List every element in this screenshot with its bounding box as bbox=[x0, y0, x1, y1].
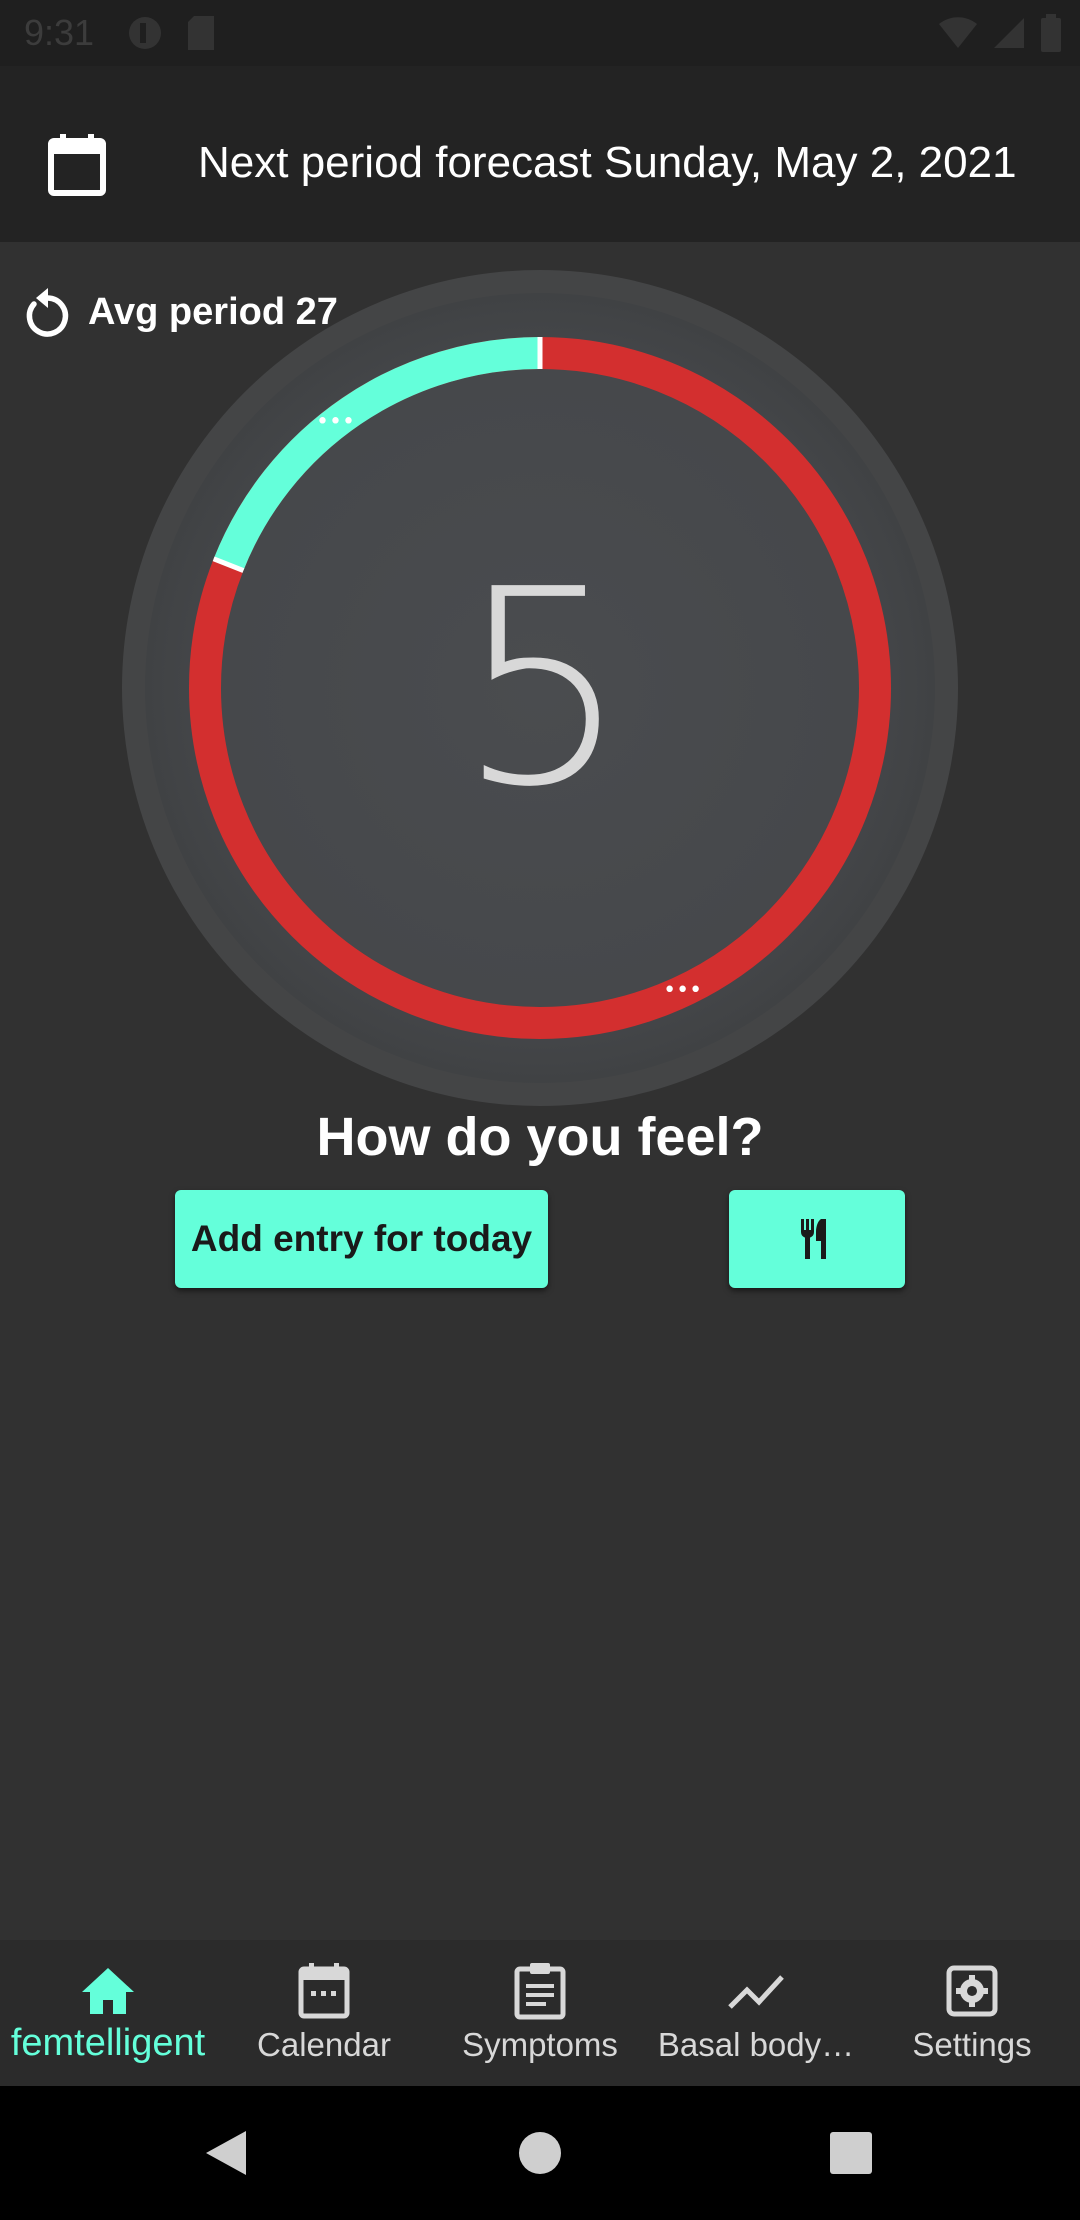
nav-label-home: femtelligent bbox=[10, 2022, 206, 2064]
trending-icon bbox=[728, 1975, 784, 2009]
nav-label-symptoms: Symptoms bbox=[462, 2026, 618, 2063]
nav-label-calendar: Calendar bbox=[257, 2026, 391, 2063]
recents-button[interactable] bbox=[826, 2086, 876, 2220]
nav-item-settings[interactable]: Settings bbox=[864, 1940, 1080, 2086]
nav-label-basal-body: Basal body… bbox=[657, 2026, 855, 2063]
app-bar: Next period forecast Sunday, May 2, 2021 bbox=[0, 66, 1080, 242]
recents-icon bbox=[830, 2132, 872, 2174]
settings-icon bbox=[946, 1965, 998, 2017]
home-circle-icon bbox=[519, 2132, 561, 2174]
add-entry-button[interactable]: Add entry for today bbox=[175, 1190, 548, 1288]
home-icon bbox=[82, 1968, 134, 2014]
wifi-icon bbox=[939, 17, 977, 48]
battery-icon bbox=[1041, 14, 1061, 52]
back-button[interactable] bbox=[196, 2086, 256, 2220]
calendar-icon bbox=[298, 1963, 350, 2019]
nav-item-home[interactable]: femtelligent bbox=[0, 1940, 216, 2086]
status-bar: 9:31 bbox=[0, 0, 1080, 66]
notification-icon bbox=[129, 17, 161, 49]
nav-item-calendar[interactable]: Calendar bbox=[216, 1940, 432, 2086]
nav-item-basal-body[interactable]: Basal body… bbox=[648, 1940, 864, 2086]
next-period-forecast: Next period forecast Sunday, May 2, 2021 bbox=[198, 138, 1017, 187]
meal-button[interactable] bbox=[729, 1190, 905, 1288]
signal-icon bbox=[994, 18, 1024, 48]
status-time: 9:31 bbox=[24, 12, 95, 53]
home-button[interactable] bbox=[512, 2086, 568, 2220]
sd-card-icon bbox=[188, 16, 214, 50]
clipboard-icon bbox=[514, 1963, 566, 2020]
add-entry-label: Add entry for today bbox=[190, 1218, 533, 1259]
nav-item-symptoms[interactable]: Symptoms bbox=[432, 1940, 648, 2086]
avg-period: Avg period 27 bbox=[22, 284, 338, 340]
how-do-you-feel-heading: How do you feel? bbox=[316, 1107, 764, 1167]
system-navigation-bar bbox=[0, 2086, 1080, 2220]
restaurant-icon bbox=[801, 1219, 826, 1259]
refresh-icon bbox=[26, 288, 69, 337]
back-icon bbox=[206, 2131, 246, 2175]
bottom-navigation: femtelligent Calendar Symptoms Basal bod… bbox=[0, 1940, 1080, 2086]
cycle-dial[interactable]: ••• ••• 5 bbox=[120, 268, 960, 1108]
avg-period-label: Avg period 27 bbox=[88, 290, 338, 333]
nav-label-settings: Settings bbox=[912, 2026, 1032, 2063]
calendar-icon[interactable] bbox=[48, 134, 106, 196]
current-cycle-day: 5 bbox=[457, 530, 629, 846]
